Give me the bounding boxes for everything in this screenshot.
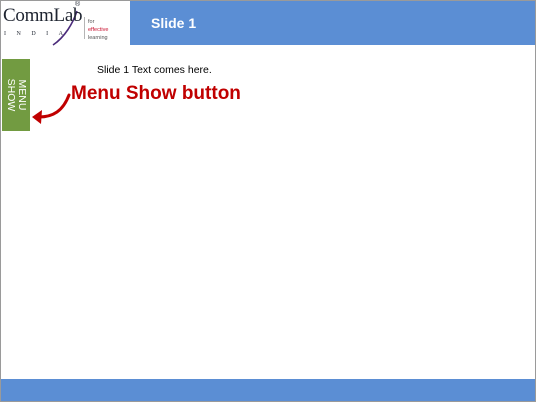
menu-show-label-line1: MENU [16, 79, 28, 111]
tagline-rest: learning [88, 35, 108, 41]
menu-show-button[interactable]: MENU SHOW [2, 59, 30, 131]
curved-arrow-icon [32, 93, 71, 124]
tagline-accent: effective [88, 27, 109, 33]
slide-title: Slide 1 [151, 15, 197, 31]
tagline-for: for [88, 19, 95, 25]
logo-brand-text: CommLab [3, 5, 83, 26]
header-bar: Slide 1 [130, 1, 535, 45]
slide-frame: CommLab ® INDIA for effective learning S… [0, 0, 536, 402]
tagline-text: effective learning [88, 26, 129, 42]
logo-divider [84, 17, 85, 39]
slide-body-text: Slide 1 Text comes here. [97, 64, 212, 76]
commlab-logo: CommLab ® INDIA for effective learning [1, 1, 129, 46]
menu-show-label: MENU SHOW [5, 78, 28, 112]
menu-show-label-line2: SHOW [5, 78, 17, 112]
annotation-label: Menu Show button [71, 83, 241, 104]
logo-registered-mark: ® [75, 1, 81, 8]
logo-subtext: INDIA [4, 31, 74, 37]
logo-tagline: for effective learning [88, 18, 129, 42]
footer-bar [1, 379, 535, 401]
